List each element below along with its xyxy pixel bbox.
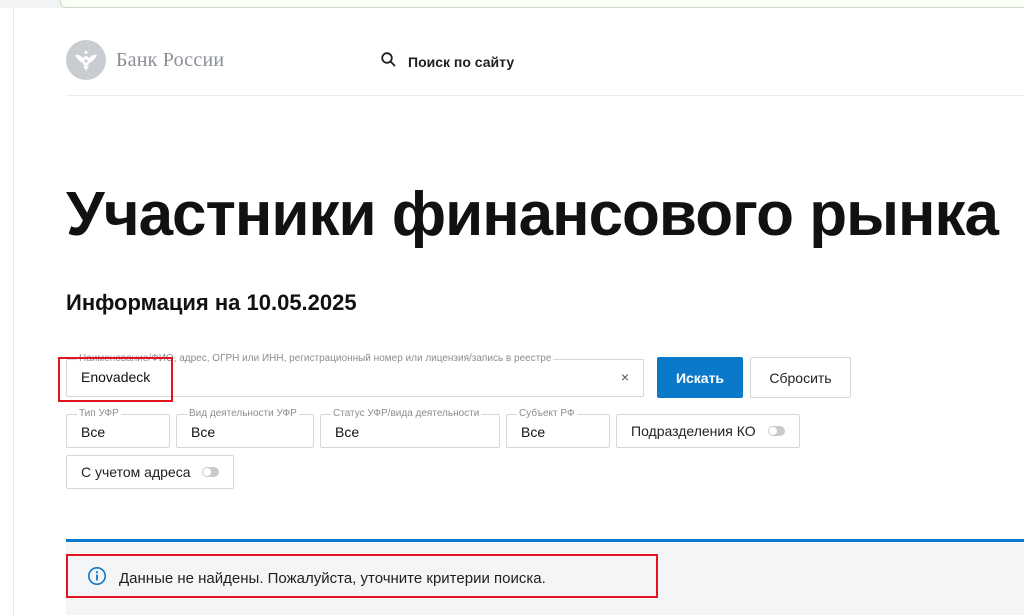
main-search-field[interactable]: Наименование/ФИО, адрес, ОГРН или ИНН, р… bbox=[66, 353, 644, 397]
filter-value: Все bbox=[81, 424, 106, 440]
toggle-label: Подразделения КО bbox=[631, 423, 756, 439]
filter-label: Субъект РФ bbox=[517, 408, 577, 420]
filter-label: Вид деятельности УФР bbox=[187, 408, 299, 420]
filter-value: Все bbox=[335, 424, 360, 440]
toggle-switch-icon[interactable] bbox=[202, 467, 219, 477]
page-title: Участники финансового рынка bbox=[66, 180, 999, 249]
reset-button[interactable]: Сбросить bbox=[750, 357, 851, 398]
filter-status[interactable]: Статус УФР/вида деятельности Все bbox=[320, 408, 500, 448]
subdivisions-toggle[interactable]: Подразделения КО bbox=[616, 414, 800, 448]
toggle-switch-icon[interactable] bbox=[767, 426, 785, 436]
with-address-toggle[interactable]: С учетом адреса bbox=[66, 455, 234, 489]
filter-value: Все bbox=[191, 424, 216, 440]
search-button[interactable]: Искать bbox=[657, 357, 743, 398]
info-date-heading: Информация на 10.05.2025 bbox=[66, 290, 357, 315]
toggle-label: С учетом адреса bbox=[81, 464, 191, 480]
no-results-message: Данные не найдены. Пожалуйста, уточните … bbox=[119, 570, 546, 587]
filter-ufr-type[interactable]: Тип УФР Все bbox=[66, 408, 170, 448]
left-edge-divider bbox=[13, 8, 14, 615]
logo[interactable]: Банк России bbox=[66, 40, 224, 80]
clear-icon[interactable]: × bbox=[621, 369, 629, 385]
info-icon bbox=[87, 566, 107, 591]
search-icon bbox=[381, 52, 396, 72]
no-results-notice: Данные не найдены. Пожалуйста, уточните … bbox=[87, 566, 546, 591]
header-divider bbox=[66, 95, 1024, 96]
search-field-label: Наименование/ФИО, адрес, ОГРН или ИНН, р… bbox=[77, 353, 554, 365]
filter-label: Тип УФР bbox=[77, 408, 121, 420]
logo-text: Банк России bbox=[116, 48, 225, 71]
search-input[interactable] bbox=[81, 369, 601, 385]
site-search-label: Поиск по сайту bbox=[408, 54, 515, 70]
eagle-emblem-icon bbox=[66, 40, 106, 80]
browser-tab-bar bbox=[60, 0, 1024, 8]
browser-top-strip bbox=[0, 0, 1024, 8]
filter-label: Статус УФР/вида деятельности bbox=[331, 408, 482, 420]
filter-activity-type[interactable]: Вид деятельности УФР Все bbox=[176, 408, 314, 448]
filter-value: Все bbox=[521, 424, 546, 440]
filter-region[interactable]: Субъект РФ Все bbox=[506, 408, 610, 448]
site-search-link[interactable]: Поиск по сайту bbox=[381, 52, 514, 72]
